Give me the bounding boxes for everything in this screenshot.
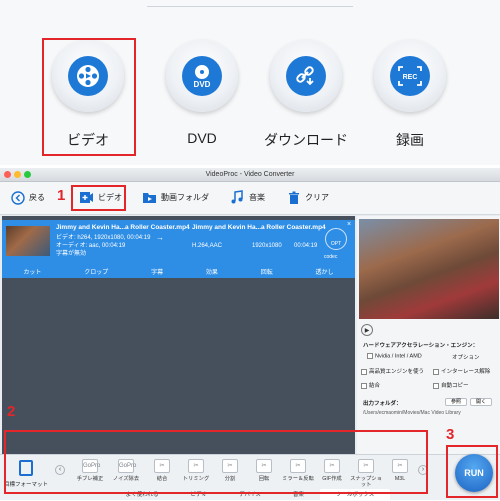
merge-label: 結合 xyxy=(369,383,381,389)
nvidia-checkbox[interactable]: Nvidia / Intel / AMD xyxy=(367,353,422,359)
close-window-button[interactable] xyxy=(4,171,11,178)
auto-copy-label: 自動コピー xyxy=(441,383,469,389)
output-resolution: 1920x1080 xyxy=(252,243,282,249)
clear-label: クリア xyxy=(305,193,329,202)
video-info: ビデオ: h264, 1920x1080, 00:04:19 xyxy=(56,235,151,241)
opt-label: OPT xyxy=(330,241,342,247)
video-folder-label: 動画フォルダ xyxy=(161,193,209,202)
option-label: オプション xyxy=(452,355,480,361)
hw-accel-title: ハードウェアアクセラレーション・エンジン： xyxy=(363,343,479,349)
cut-button[interactable]: カット xyxy=(23,267,41,276)
hq-engine-label: 高品質エンジンを使う xyxy=(369,369,425,375)
svg-text:DVD: DVD xyxy=(194,80,211,89)
crop-button[interactable]: クロップ xyxy=(84,267,108,276)
video-folder-button[interactable]: 動画フォルダ xyxy=(142,190,209,205)
highlight-box-video-button xyxy=(71,185,126,211)
deinterlace-label: インターレース解除 xyxy=(441,369,491,375)
open-button[interactable]: 開く xyxy=(470,398,492,406)
annotation-number-1: 1 xyxy=(57,187,66,204)
launcher-panel: ビデオ DVD DVD ダウンロード REC 録画 xyxy=(0,0,500,165)
effect-button[interactable]: 効果 xyxy=(206,267,218,276)
music-note-icon xyxy=(230,190,245,205)
codec-label: codec xyxy=(324,254,338,260)
divider xyxy=(147,6,353,7)
dvd-module-button[interactable]: DVD DVD xyxy=(162,40,242,146)
subtitle-button[interactable]: 字幕 xyxy=(151,267,163,276)
trash-icon xyxy=(286,190,301,205)
annotation-number-2: 2 xyxy=(7,403,16,420)
merge-checkbox[interactable]: 結合 xyxy=(361,381,380,389)
rotate-button[interactable]: 回転 xyxy=(261,267,273,276)
download-module-button[interactable]: ダウンロード xyxy=(264,40,348,150)
subtitle-info: 字幕が無効 xyxy=(56,251,87,257)
codec-option-button[interactable]: OPT xyxy=(325,228,347,250)
highlight-box-toolbox xyxy=(4,430,428,494)
highlight-box-video xyxy=(42,38,136,156)
play-icon[interactable]: ▶ xyxy=(361,324,373,336)
dvd-module-label: DVD xyxy=(187,130,217,146)
hq-engine-checkbox[interactable]: 高品質エンジンを使う xyxy=(361,367,424,375)
download-module-label: ダウンロード xyxy=(264,132,348,148)
option-button[interactable]: オプション xyxy=(452,353,480,361)
annotation-number-3: 3 xyxy=(446,426,455,443)
auto-copy-checkbox[interactable]: 自動コピー xyxy=(433,381,469,389)
video-preview xyxy=(359,219,499,319)
video-folder-icon xyxy=(142,190,157,205)
output-folder-label: 出力フォルダ： xyxy=(363,401,402,407)
clear-button[interactable]: クリア xyxy=(286,190,329,205)
minimize-window-button[interactable] xyxy=(14,171,21,178)
run-button[interactable]: RUN xyxy=(455,454,493,492)
output-duration: 00:04:19 xyxy=(294,243,318,249)
back-label: 戻る xyxy=(29,193,45,202)
maximize-window-button[interactable] xyxy=(24,171,31,178)
record-module-button[interactable]: REC 録画 xyxy=(370,40,450,150)
music-label: 音楽 xyxy=(249,193,265,202)
nvidia-label: Nvidia / Intel / AMD xyxy=(375,353,422,360)
remove-item-icon[interactable]: × xyxy=(347,221,351,229)
arrow-right-icon: → xyxy=(156,233,164,242)
back-button[interactable]: 戻る xyxy=(10,190,45,205)
download-link-icon xyxy=(286,56,326,96)
add-music-button[interactable]: 音楽 xyxy=(230,190,265,205)
dvd-disc-icon: DVD xyxy=(182,56,222,96)
watermark-button[interactable]: 透かし xyxy=(316,267,334,276)
toolbar: 戻る 1 ビデオ 動画フォルダ 音楽 クリア xyxy=(0,182,500,215)
browse-button[interactable]: 参照 xyxy=(445,398,467,406)
record-screen-icon: REC xyxy=(390,56,430,96)
output-codec: H.264,AAC xyxy=(192,243,223,249)
source-filename: Jimmy and Kevin Ha...a Roller Coaster.mp… xyxy=(56,224,190,231)
video-thumbnail xyxy=(6,226,50,256)
app-window: VideoProc - Video Converter 戻る 1 ビデオ 動画フ… xyxy=(0,168,500,501)
audio-info: オーディオ: aac, 00:04:19 xyxy=(56,243,126,249)
edit-actions-bar: カット クロップ 字幕 効果 回転 透かし xyxy=(2,264,355,278)
output-filename[interactable]: Jimmy and Kevin Ha...a Roller Coaster.mp… xyxy=(192,224,326,232)
window-title: VideoProc - Video Converter xyxy=(205,171,295,178)
output-path: /Users/ecmaomin/Movies/Mac Video Library xyxy=(363,410,461,416)
back-arrow-icon xyxy=(10,190,25,205)
settings-panel: ▶ ハードウェアアクセラレーション・エンジン： Nvidia / Intel /… xyxy=(357,216,500,454)
svg-text:REC: REC xyxy=(403,74,418,81)
deinterlace-checkbox[interactable]: インターレース解除 xyxy=(433,367,490,375)
file-list: Jimmy and Kevin Ha...a Roller Coaster.mp… xyxy=(2,216,355,454)
record-module-label: 録画 xyxy=(396,132,424,148)
title-bar: VideoProc - Video Converter xyxy=(0,168,500,182)
list-item[interactable]: Jimmy and Kevin Ha...a Roller Coaster.mp… xyxy=(2,220,355,278)
